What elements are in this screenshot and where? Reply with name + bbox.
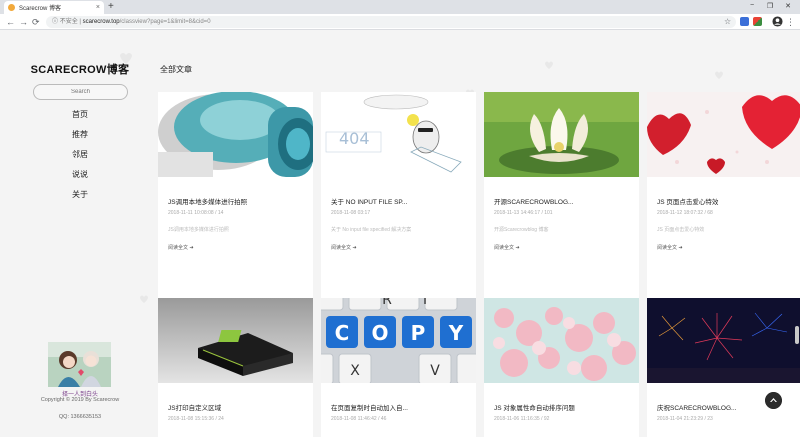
svg-text:R: R bbox=[382, 298, 392, 308]
tab-title: Scarecrow 博客 bbox=[19, 6, 62, 12]
nav-item-talk[interactable]: 说说 bbox=[0, 165, 160, 185]
article-title[interactable]: 在页面复制时自动加入自... bbox=[331, 402, 469, 412]
article-title[interactable]: 关于 NO INPUT FILE SP... bbox=[331, 196, 469, 206]
article-title[interactable]: JS调用本地多媒体进行拍照 bbox=[168, 196, 306, 206]
avatar-image bbox=[48, 342, 111, 387]
svg-text:P: P bbox=[411, 321, 426, 345]
scrollbar[interactable] bbox=[795, 326, 799, 344]
background-heart-icon bbox=[715, 71, 723, 79]
nav-item-neighbors[interactable]: 邻居 bbox=[0, 145, 160, 165]
article-card[interactable]: JS调用本地多媒体进行拍照 2018-11-11 10:08:08 / 14 J… bbox=[158, 92, 313, 319]
browser-tab-strip: Scarecrow 博客 × + − ❐ ✕ bbox=[0, 0, 800, 14]
article-card[interactable]: JS 对象属性命自动排序问题 2018-11-06 11:16:35 / 92 bbox=[484, 298, 639, 437]
article-title[interactable]: JS打印自定义区域 bbox=[168, 402, 306, 412]
article-excerpt: 关于 No input file specified 解决方案 bbox=[331, 227, 412, 233]
article-meta: 2018-11-06 11:16:35 / 92 bbox=[494, 416, 550, 422]
article-meta: 2018-11-08 11:46:42 / 46 bbox=[331, 416, 387, 422]
article-thumbnail: 404 bbox=[321, 92, 476, 177]
copyright-text: Copyright © 2019 By Scarecrow bbox=[40, 397, 120, 403]
extension-pinterest-icon[interactable] bbox=[753, 17, 762, 26]
maximize-button[interactable]: ❐ bbox=[763, 2, 777, 10]
svg-text:C: C bbox=[335, 321, 350, 345]
article-card[interactable]: 开源SCARECROWBLOG... 2018-11-13 14:46:17 /… bbox=[484, 92, 639, 319]
article-meta: 2018-11-12 18:07:32 / 68 bbox=[657, 210, 713, 216]
article-thumbnail bbox=[647, 298, 800, 383]
svg-text:T: T bbox=[420, 298, 430, 308]
article-title[interactable]: JS 对象属性命自动排序问题 bbox=[494, 402, 632, 412]
back-button[interactable]: ← bbox=[6, 16, 15, 28]
search-input[interactable] bbox=[33, 84, 128, 100]
nav-item-home[interactable]: 首页 bbox=[0, 105, 160, 125]
article-excerpt: JS调用本地多媒体进行拍照 bbox=[168, 227, 229, 233]
article-card[interactable]: 庆祝SCARECROWBLOG... 2018-11-04 21:23:29 /… bbox=[647, 298, 800, 437]
browser-tab[interactable]: Scarecrow 博客 × bbox=[4, 1, 104, 14]
minimize-button[interactable]: − bbox=[745, 2, 759, 9]
article-excerpt: 开源Scarecrowblog 博客 bbox=[494, 227, 549, 233]
article-thumbnail: COPY X V R T bbox=[321, 298, 476, 383]
nav-item-recommend[interactable]: 推荐 bbox=[0, 125, 160, 145]
scroll-top-icon[interactable] bbox=[765, 392, 782, 409]
bookmark-star-icon[interactable]: ☆ bbox=[724, 16, 731, 28]
background-heart-icon bbox=[545, 61, 553, 69]
page-content: SCARECROW博客 首页 推荐 邻居 说说 关于 择一人到白头 Copyri… bbox=[0, 31, 800, 437]
article-meta: 2018-11-08 03:17 bbox=[331, 210, 371, 216]
article-thumbnail bbox=[484, 92, 639, 177]
browser-menu-icon[interactable]: ⋮ bbox=[786, 16, 795, 28]
new-tab-button[interactable]: + bbox=[108, 1, 114, 13]
read-more-link[interactable]: 阅读全文 ➜ bbox=[657, 244, 683, 251]
tab-close-icon[interactable]: × bbox=[96, 4, 100, 11]
address-bar[interactable]: ⓘ 不安全 | scarecrow.top/classview?page=1&l… bbox=[46, 16, 736, 28]
article-excerpt: JS 页面点击爱心特效 bbox=[657, 227, 705, 233]
article-thumbnail bbox=[158, 298, 313, 383]
article-title[interactable]: JS 页面点击爱心特效 bbox=[657, 196, 795, 206]
security-label: 不安全 bbox=[59, 19, 78, 25]
tab-favicon-icon bbox=[8, 4, 15, 11]
article-title[interactable]: 开源SCARECROWBLOG... bbox=[494, 196, 632, 206]
site-title[interactable]: SCARECROW博客 bbox=[0, 61, 160, 77]
article-meta: 2018-11-13 14:46:17 / 101 bbox=[494, 210, 553, 216]
forward-button[interactable]: → bbox=[19, 16, 28, 28]
section-title: 全部文章 bbox=[160, 65, 192, 74]
extension-translate-icon[interactable] bbox=[740, 17, 749, 26]
article-thumbnail bbox=[158, 92, 313, 177]
site-info-icon[interactable]: ⓘ bbox=[52, 19, 58, 25]
reload-button[interactable]: ⟳ bbox=[32, 16, 40, 28]
svg-text:X: X bbox=[350, 363, 360, 379]
url-path: /classview?page=1&limit=8&cid=0 bbox=[119, 19, 211, 25]
close-window-button[interactable]: ✕ bbox=[781, 2, 795, 10]
article-meta: 2018-11-08 15:15:36 / 24 bbox=[168, 416, 224, 422]
qq-contact: QQ: 1366635153 bbox=[58, 414, 102, 420]
sidebar: SCARECROW博客 首页 推荐 邻居 说说 关于 择一人到白头 Copyri… bbox=[0, 31, 160, 437]
main-nav: 首页 推荐 邻居 说说 关于 bbox=[0, 105, 160, 205]
article-meta: 2018-11-04 21:23:29 / 23 bbox=[657, 416, 713, 422]
article-card[interactable]: 404 关于 NO INPUT FILE SP... 2018-11-08 03… bbox=[321, 92, 476, 319]
browser-toolbar: ← → ⟳ ⓘ 不安全 | scarecrow.top/classview?pa… bbox=[0, 14, 800, 30]
svg-text:V: V bbox=[430, 363, 440, 379]
article-card[interactable]: COPY X V R T 在页面复制时自动加入自... 2018-11-08 11:4… bbox=[321, 298, 476, 437]
article-card[interactable]: JS 页面点击爱心特效 2018-11-12 18:07:32 / 68 JS … bbox=[647, 92, 800, 319]
article-meta: 2018-11-11 10:08:08 / 14 bbox=[168, 210, 224, 216]
svg-text:Y: Y bbox=[448, 321, 464, 345]
read-more-link[interactable]: 阅读全文 ➜ bbox=[168, 244, 194, 251]
article-thumbnail bbox=[484, 298, 639, 383]
article-card[interactable]: JS打印自定义区域 2018-11-08 15:15:36 / 24 bbox=[158, 298, 313, 437]
article-thumbnail bbox=[647, 92, 800, 177]
nav-item-about[interactable]: 关于 bbox=[0, 185, 160, 205]
profile-icon[interactable] bbox=[772, 16, 783, 27]
url-host: scarecrow.top bbox=[82, 19, 120, 25]
read-more-link[interactable]: 阅读全文 ➜ bbox=[494, 244, 520, 251]
svg-text:O: O bbox=[371, 321, 388, 345]
read-more-link[interactable]: 阅读全文 ➜ bbox=[331, 244, 357, 251]
